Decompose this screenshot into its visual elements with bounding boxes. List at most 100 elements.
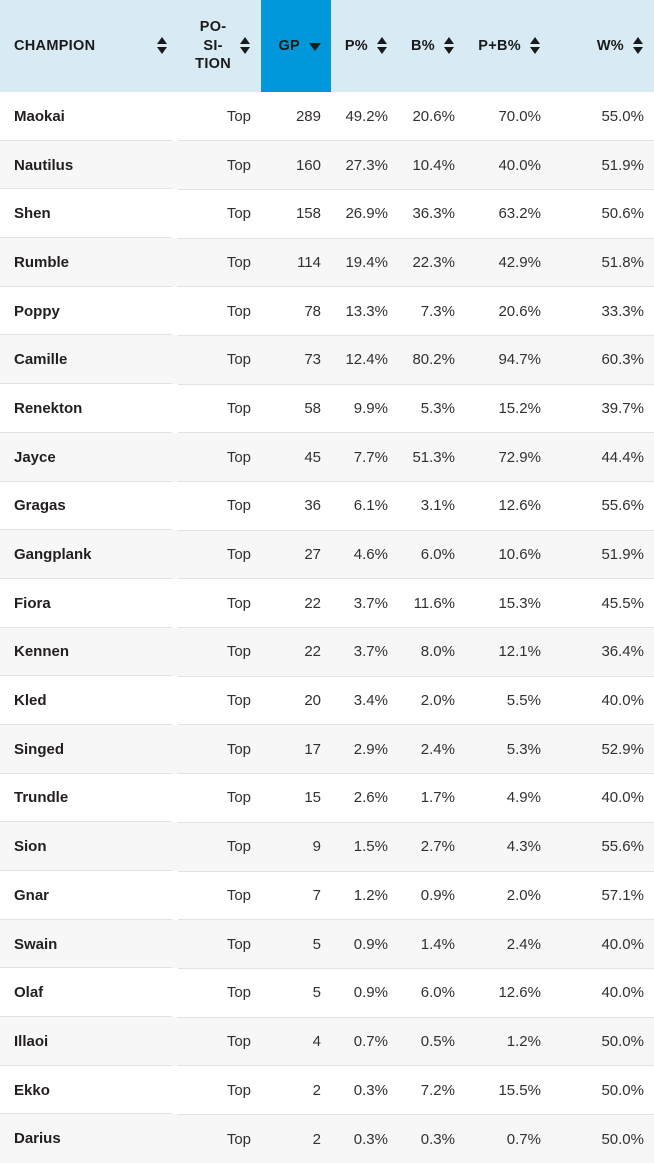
cell-gp: 5	[261, 967, 331, 1018]
column-header-ban-rate[interactable]: B%	[398, 0, 465, 92]
cell-champion-name[interactable]: Darius	[0, 1113, 178, 1163]
column-header-gp[interactable]: GP	[261, 0, 331, 92]
cell-pb: 15.2%	[465, 383, 551, 433]
sort-both-icon[interactable]	[157, 37, 168, 55]
cell-pb: 42.9%	[465, 237, 551, 287]
table-row[interactable]: Olaf Top 5 0.9% 6.0% 12.6% 40.0%	[0, 967, 654, 1018]
cell-position: Top	[178, 432, 261, 482]
cell-champion-name[interactable]: Kennen	[0, 626, 178, 677]
cell-position: Top	[178, 286, 261, 336]
column-header-pick-rate-label: P%	[344, 37, 368, 54]
cell-position: Top	[178, 334, 261, 385]
column-header-ban-rate-label: B%	[411, 37, 435, 54]
table-row[interactable]: Nautilus Top 160 27.3% 10.4% 40.0% 51.9%	[0, 139, 654, 190]
cell-b: 80.2%	[398, 334, 465, 385]
table-row[interactable]: Jayce Top 45 7.7% 51.3% 72.9% 44.4%	[0, 431, 654, 482]
sort-both-icon[interactable]	[240, 37, 251, 55]
cell-position: Top	[178, 140, 261, 190]
cell-champion-name[interactable]: Sion	[0, 821, 178, 871]
sort-both-icon[interactable]	[530, 37, 541, 55]
table-row[interactable]: Singed Top 17 2.9% 2.4% 5.3% 52.9%	[0, 723, 654, 774]
column-header-position[interactable]: PO- SI- TION	[178, 0, 261, 92]
table-row[interactable]: Gnar Top 7 1.2% 0.9% 2.0% 57.1%	[0, 870, 654, 920]
cell-pb: 20.6%	[465, 286, 551, 336]
cell-position: Top	[178, 237, 261, 287]
cell-champion-name[interactable]: Gragas	[0, 480, 178, 531]
table-row[interactable]: Renekton Top 58 9.9% 5.3% 15.2% 39.7%	[0, 383, 654, 433]
cell-p: 3.7%	[331, 578, 398, 628]
cell-w: 33.3%	[551, 286, 654, 336]
column-header-champion[interactable]: CHAMPION	[0, 0, 178, 92]
cell-champion-name[interactable]: Fiora	[0, 577, 178, 628]
table-row[interactable]: Rumble Top 114 19.4% 22.3% 42.9% 51.8%	[0, 237, 654, 287]
cell-champion-name[interactable]: Camille	[0, 334, 178, 385]
cell-champion-name[interactable]: Olaf	[0, 967, 178, 1018]
cell-pb: 70.0%	[465, 92, 551, 141]
cell-gp: 2	[261, 1065, 331, 1115]
cell-champion-name[interactable]: Swain	[0, 918, 178, 969]
sort-both-icon[interactable]	[377, 37, 388, 55]
column-header-pick-ban-rate[interactable]: P+B%	[465, 0, 551, 92]
cell-w: 52.9%	[551, 724, 654, 774]
cell-p: 6.1%	[331, 481, 398, 531]
table-row[interactable]: Gragas Top 36 6.1% 3.1% 12.6% 55.6%	[0, 480, 654, 531]
column-header-pick-rate[interactable]: P%	[331, 0, 398, 92]
cell-champion-name[interactable]: Maokai	[0, 92, 178, 141]
cell-champion-name[interactable]: Gangplank	[0, 529, 178, 579]
table-row[interactable]: Swain Top 5 0.9% 1.4% 2.4% 40.0%	[0, 918, 654, 969]
cell-champion-name[interactable]: Poppy	[0, 285, 178, 336]
table-row[interactable]: Ekko Top 2 0.3% 7.2% 15.5% 50.0%	[0, 1064, 654, 1115]
cell-pb: 15.3%	[465, 578, 551, 628]
cell-pb: 4.9%	[465, 773, 551, 823]
cell-pb: 0.7%	[465, 1113, 551, 1163]
cell-p: 3.7%	[331, 627, 398, 677]
cell-champion-name[interactable]: Renekton	[0, 383, 178, 433]
cell-p: 49.2%	[331, 92, 398, 141]
sort-desc-icon[interactable]	[309, 42, 321, 51]
table-row[interactable]: Sion Top 9 1.5% 2.7% 4.3% 55.6%	[0, 821, 654, 871]
cell-champion-name[interactable]: Singed	[0, 723, 178, 774]
cell-pb: 40.0%	[465, 140, 551, 190]
cell-p: 3.4%	[331, 675, 398, 725]
table-row[interactable]: Camille Top 73 12.4% 80.2% 94.7% 60.3%	[0, 334, 654, 385]
cell-pb: 12.6%	[465, 481, 551, 531]
table-row[interactable]: Darius Top 2 0.3% 0.3% 0.7% 50.0%	[0, 1113, 654, 1163]
cell-champion-name[interactable]: Rumble	[0, 237, 178, 287]
cell-pb: 5.3%	[465, 724, 551, 774]
cell-w: 60.3%	[551, 334, 654, 385]
cell-champion-name[interactable]: Nautilus	[0, 139, 178, 190]
cell-champion-name[interactable]: Shen	[0, 188, 178, 239]
cell-champion-name[interactable]: Kled	[0, 675, 178, 725]
cell-champion-name[interactable]: Trundle	[0, 772, 178, 823]
cell-champion-name[interactable]: Ekko	[0, 1064, 178, 1115]
table-row[interactable]: Illaoi Top 4 0.7% 0.5% 1.2% 50.0%	[0, 1016, 654, 1066]
cell-champion-name[interactable]: Gnar	[0, 870, 178, 920]
column-header-win-rate[interactable]: W%	[551, 0, 654, 92]
table-row[interactable]: Trundle Top 15 2.6% 1.7% 4.9% 40.0%	[0, 772, 654, 823]
cell-w: 55.6%	[551, 821, 654, 871]
sort-both-icon[interactable]	[444, 37, 455, 55]
cell-position: Top	[178, 870, 261, 920]
cell-b: 5.3%	[398, 383, 465, 433]
cell-champion-name[interactable]: Jayce	[0, 431, 178, 482]
table-row[interactable]: Kennen Top 22 3.7% 8.0% 12.1% 36.4%	[0, 626, 654, 677]
column-header-gp-label: GP	[278, 37, 300, 54]
sort-both-icon[interactable]	[633, 37, 644, 55]
cell-w: 51.9%	[551, 140, 654, 190]
table-row[interactable]: Gangplank Top 27 4.6% 6.0% 10.6% 51.9%	[0, 529, 654, 579]
cell-w: 50.0%	[551, 1113, 654, 1163]
cell-p: 2.9%	[331, 724, 398, 774]
cell-gp: 36	[261, 481, 331, 531]
cell-gp: 45	[261, 432, 331, 482]
cell-champion-name[interactable]: Illaoi	[0, 1016, 178, 1066]
cell-w: 44.4%	[551, 432, 654, 482]
table-row[interactable]: Fiora Top 22 3.7% 11.6% 15.3% 45.5%	[0, 577, 654, 628]
table-row[interactable]: Maokai Top 289 49.2% 20.6% 70.0% 55.0%	[0, 92, 654, 141]
table-row[interactable]: Poppy Top 78 13.3% 7.3% 20.6% 33.3%	[0, 285, 654, 336]
column-header-pick-ban-rate-label: P+B%	[478, 37, 521, 54]
cell-gp: 289	[261, 92, 331, 141]
table-row[interactable]: Kled Top 20 3.4% 2.0% 5.5% 40.0%	[0, 675, 654, 725]
cell-b: 6.0%	[398, 967, 465, 1018]
table-row[interactable]: Shen Top 158 26.9% 36.3% 63.2% 50.6%	[0, 188, 654, 239]
cell-w: 40.0%	[551, 773, 654, 823]
